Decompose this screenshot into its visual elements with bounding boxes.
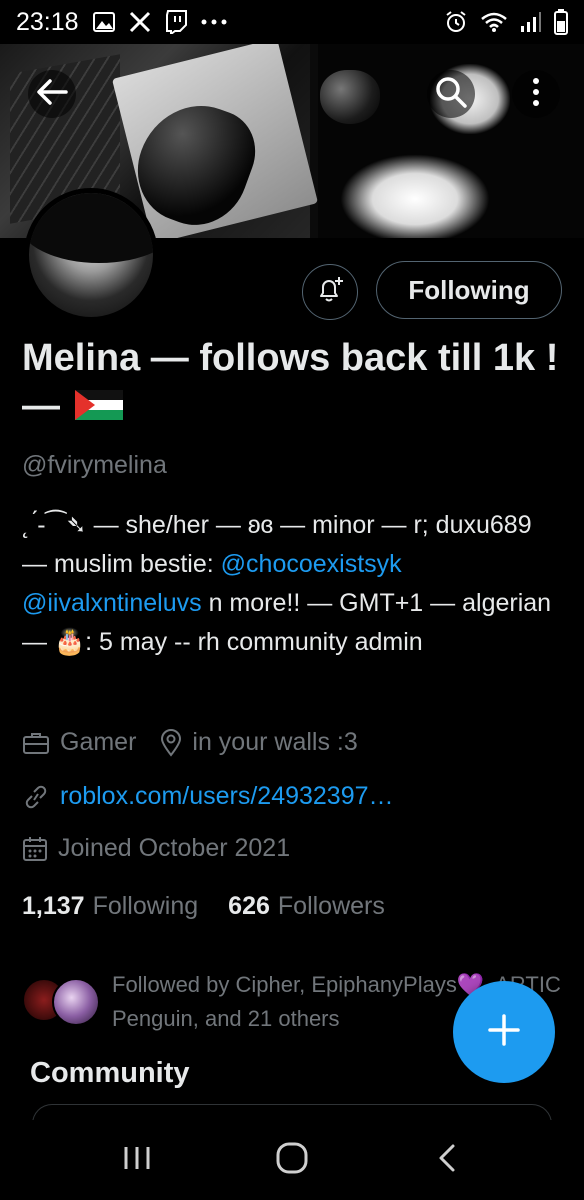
recents-icon (122, 1144, 152, 1177)
following-count-link[interactable]: 1,137 Following (22, 892, 198, 921)
notify-button[interactable] (302, 264, 358, 320)
bell-plus-icon (315, 275, 345, 310)
following-button[interactable]: Following (376, 261, 562, 319)
palestine-flag-icon (74, 384, 123, 420)
profile-counts: 1,137 Following 626 Followers (22, 892, 415, 921)
back-nav-button[interactable] (417, 1130, 477, 1190)
followed-by-avatars (22, 968, 106, 1026)
back-icon (436, 1143, 458, 1178)
plus-icon (486, 1012, 522, 1053)
profile-location: in your walls :3 (192, 728, 358, 756)
x-logo-icon (129, 11, 151, 33)
more-options-button[interactable] (512, 70, 560, 118)
profile-bio: ˛ ́-⁀➴ — she/her — ʚɞ — minor — r; duxu6… (22, 506, 552, 662)
image-icon (92, 12, 115, 32)
more-dots-icon (201, 18, 227, 26)
bio-mention-link[interactable]: @iivalxntineluvs (22, 589, 202, 617)
bio-text-3: : 5 may -- rh community admin (85, 628, 423, 656)
profile-handle: @fvirymelina (22, 451, 167, 479)
following-count: 1,137 (22, 892, 85, 920)
banner-heart (320, 70, 380, 124)
banner-lily-bottom (340, 154, 490, 238)
search-icon (435, 76, 467, 113)
compose-fab-button[interactable] (453, 981, 555, 1083)
arrow-left-icon (36, 78, 68, 111)
status-time: 23:18 (16, 7, 79, 36)
followers-count-link[interactable]: 626 Followers (228, 892, 385, 921)
recents-button[interactable] (107, 1130, 167, 1190)
back-button[interactable] (28, 70, 76, 118)
profile-category: Gamer (60, 728, 137, 756)
avatar (52, 978, 100, 1026)
search-button[interactable] (427, 70, 475, 118)
profile-meta-row: Gamer in your walls :3 (22, 728, 358, 757)
alarm-icon (444, 10, 468, 34)
home-icon (275, 1141, 309, 1180)
profile-name: Melina — follows back till 1k ! — (22, 334, 562, 430)
profile-avatar[interactable] (24, 188, 158, 322)
twitch-icon (165, 10, 187, 34)
system-nav-bar (0, 1120, 584, 1200)
signal-icon (520, 11, 542, 33)
calendar-icon (22, 836, 48, 862)
cake-emoji: 🎂 (53, 628, 86, 656)
profile-joined: Joined October 2021 (58, 834, 291, 862)
battery-icon (554, 9, 568, 35)
followers-count-label: Followers (277, 892, 385, 920)
link-icon (22, 784, 50, 810)
home-button[interactable] (262, 1130, 322, 1190)
bio-mention-link[interactable]: @chocoexistsyk (221, 550, 402, 578)
wifi-icon (480, 11, 508, 33)
briefcase-icon (22, 731, 50, 755)
status-bar: 23:18 (0, 0, 584, 44)
community-section-title: Community (30, 1057, 190, 1089)
profile-website-row: roblox.com/users/24932397… (22, 782, 394, 811)
more-vertical-icon (532, 77, 540, 112)
following-count-label: Following (92, 892, 199, 920)
profile-joined-row: Joined October 2021 (22, 834, 290, 863)
followers-count: 626 (228, 892, 270, 920)
location-pin-icon (160, 728, 182, 757)
profile-website-link[interactable]: roblox.com/users/24932397… (60, 782, 394, 811)
